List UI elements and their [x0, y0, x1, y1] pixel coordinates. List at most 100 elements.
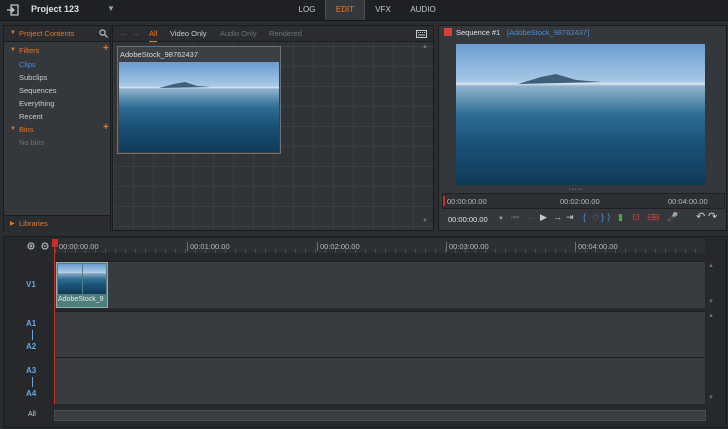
project-contents-header: ▼ Project Contents [4, 26, 110, 42]
collapse-icon[interactable]: ▼ [10, 30, 16, 36]
timeline-ruler-label: 00:01:00.00 [187, 242, 230, 251]
track-link-a3-a4 [32, 377, 33, 387]
add-bin-icon[interactable]: + [103, 122, 109, 133]
tab-log[interactable]: LOG [293, 0, 321, 20]
viewer-timecode[interactable]: 00:00:00.00 [448, 215, 488, 224]
project-contents-label: Project Contents [19, 29, 75, 38]
timeline-ruler-label: 00:02:00.00 [317, 242, 360, 251]
island-silhouette-preview [518, 74, 601, 84]
add-marker-icon[interactable]: ▮ [618, 212, 623, 223]
timeline-ruler-label: 00:03:00.00 [446, 242, 489, 251]
project-title[interactable]: Project 123 [31, 4, 79, 14]
viewer-playhead[interactable] [443, 196, 445, 206]
v-scroll-up-icon[interactable]: ▲ [708, 263, 714, 269]
timeline-ruler-label: 00:04:00.00 [575, 242, 618, 251]
replace-icon[interactable]: ⊞ [652, 212, 660, 223]
back-icon[interactable]: ← [119, 28, 128, 38]
filter-tab-video-only[interactable]: Video Only [170, 26, 207, 41]
scroll-up-icon[interactable]: ▲ [422, 44, 428, 50]
track-label-v1[interactable]: V1 [26, 280, 36, 289]
filter-tab-audio-only[interactable]: Audio Only [220, 26, 257, 41]
track-label-a3[interactable]: A3 [26, 366, 36, 375]
filter-tab-all[interactable]: All [149, 26, 158, 42]
all-tracks-label[interactable]: All [28, 411, 36, 418]
filter-item-clips[interactable]: Clips [19, 60, 36, 69]
go-to-start-icon[interactable]: ⏮ [511, 212, 519, 223]
a-scroll-down-icon[interactable]: ▼ [708, 395, 714, 401]
microphone-icon[interactable]: 🎤 [667, 212, 678, 223]
step-back-icon[interactable]: ← [527, 212, 536, 222]
sequence-label: Sequence #1 [456, 28, 501, 37]
a-scroll-up-icon[interactable]: ▲ [708, 313, 714, 319]
libraries-bar[interactable]: ▶ Libraries [4, 215, 110, 231]
clear-marks-icon[interactable]: ◇ [592, 212, 599, 223]
audio-track-a1[interactable] [55, 311, 705, 358]
video-preview[interactable] [456, 44, 705, 185]
clip-browser: ← → All Video Only Audio Only Rendered A… [112, 25, 434, 231]
filters-label: Filters [19, 46, 40, 55]
viewer-ruler-mid: 00:02:00.00 [560, 197, 600, 206]
track-label-a4[interactable]: A4 [26, 389, 36, 398]
viewer-ruler-start: 00:00:00.00 [447, 197, 487, 206]
zoom-out-icon[interactable] [41, 242, 50, 251]
v-scroll-down-icon[interactable]: ▼ [708, 299, 714, 305]
filter-item-recent[interactable]: Recent [19, 112, 43, 121]
filter-item-subclips[interactable]: Subclips [19, 73, 47, 82]
project-contents-panel: ▼ Project Contents ▼ Filters + Clips Sub… [3, 25, 111, 231]
insert-icon[interactable]: ⊡ [632, 212, 640, 223]
go-to-end-icon[interactable]: ⇥ [566, 212, 574, 223]
island-silhouette [159, 82, 211, 88]
tab-vfx[interactable]: VFX [369, 0, 397, 20]
timeline-ruler-label: 00:00:00.00 [59, 242, 99, 251]
clip-thumb-start [58, 264, 82, 294]
zoom-in-icon[interactable] [27, 242, 36, 251]
mark-out-icon[interactable]: } [601, 212, 604, 222]
track-label-a1[interactable]: A1 [26, 319, 36, 328]
timeline-horizontal-scrollbar[interactable] [54, 410, 706, 421]
libraries-expand-icon[interactable]: ▶ [10, 220, 15, 227]
project-dropdown-icon[interactable]: ▼ [107, 4, 115, 13]
audio-track-a3[interactable] [55, 357, 705, 404]
viewer-ruler[interactable]: 00:00:00.00 00:02:00.00 00:04:00.00 [442, 193, 725, 209]
no-bins-text: No bins [19, 138, 45, 147]
browser-scrollbar[interactable]: ▲ ▼ [422, 44, 430, 228]
search-icon[interactable] [99, 29, 108, 38]
clip-thumbnail-card[interactable]: AdobeStock_98762437 [117, 46, 281, 154]
undo-icon[interactable]: ↶ [696, 210, 705, 223]
record-viewer: Sequence #1 [AdobeStock_98762437] ••••• … [438, 25, 727, 231]
timeline-clip-label: AdobeStock_9 [58, 296, 104, 303]
video-track-v1[interactable] [55, 261, 705, 308]
forward-icon[interactable]: → [131, 28, 140, 38]
timeline-ruler[interactable]: 00:00:00.00 00:01:00.00 00:02:00.00 00:0… [55, 239, 705, 253]
bins-collapse-icon[interactable]: ▼ [10, 126, 16, 132]
scroll-down-icon[interactable]: ▼ [422, 218, 428, 224]
filters-collapse-icon[interactable]: ▼ [10, 47, 16, 53]
timeline-clip[interactable]: AdobeStock_9 [56, 262, 108, 308]
clip-name: AdobeStock_98762437 [120, 50, 198, 59]
timeline-panel: 00:00:00.00 00:01:00.00 00:02:00.00 00:0… [3, 236, 727, 428]
filter-item-sequences[interactable]: Sequences [19, 86, 57, 95]
play-icon[interactable]: ▶ [540, 212, 547, 223]
keyboard-icon[interactable] [416, 30, 427, 38]
mark-in-icon[interactable]: { [583, 212, 586, 222]
track-label-a2[interactable]: A2 [26, 342, 36, 351]
clip-thumb-end [83, 264, 106, 294]
source-clip-label: [AdobeStock_98762437] [507, 28, 590, 37]
tab-audio[interactable]: AUDIO [405, 0, 441, 20]
clip-thumbnail-image [119, 62, 279, 152]
top-bar: Project 123 ▼ LOG EDIT VFX AUDIO [0, 0, 728, 21]
step-forward-icon[interactable]: → [553, 212, 562, 222]
timeline-playhead-line[interactable] [54, 239, 55, 404]
logout-icon[interactable] [6, 3, 20, 17]
timeline-playhead-handle[interactable] [52, 239, 58, 247]
add-filter-icon[interactable]: + [103, 43, 109, 54]
viewer-ruler-end: 00:04:00.00 [668, 197, 708, 206]
libraries-label: Libraries [19, 219, 48, 228]
timecode-dropdown-icon[interactable]: ▼ [498, 216, 504, 222]
track-link-a1-a2 [32, 330, 33, 340]
redo-icon[interactable]: ↷ [708, 210, 717, 223]
tab-edit[interactable]: EDIT [325, 0, 365, 20]
mark-clip-icon[interactable]: ⟩ [607, 212, 611, 223]
filter-item-everything[interactable]: Everything [19, 99, 54, 108]
filter-tab-rendered[interactable]: Rendered [269, 26, 302, 41]
